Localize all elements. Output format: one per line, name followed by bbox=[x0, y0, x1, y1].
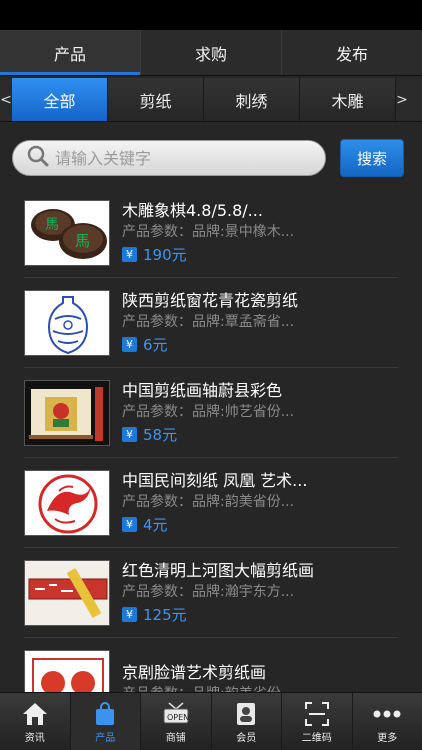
svg-text:馬: 馬 bbox=[45, 217, 59, 233]
search-button[interactable]: 搜索 bbox=[340, 139, 404, 177]
shop-sign-text: OPEN bbox=[167, 713, 189, 722]
more-dots-icon bbox=[372, 699, 402, 729]
product-params: 产品参数：品牌:韵美省份... bbox=[122, 684, 398, 693]
search-icon bbox=[27, 145, 49, 171]
product-title: 京剧脸谱艺术剪纸画 bbox=[122, 662, 267, 682]
category-papercut[interactable]: 剪纸 bbox=[108, 78, 204, 121]
category-woodcarving[interactable]: 木雕 bbox=[300, 78, 396, 121]
yen-icon: ¥ bbox=[122, 517, 137, 532]
product-params: 产品参数：品牌:瀚宇东方... bbox=[122, 584, 295, 600]
nav-qrcode[interactable]: 二维码 bbox=[282, 693, 353, 750]
product-item[interactable]: 馬 馬 木雕象棋4.8/5.8/... 产品参数：品牌:景中橡木... ¥ 19… bbox=[24, 188, 398, 278]
search-box bbox=[12, 140, 326, 176]
product-thumbnail-scroll bbox=[24, 379, 110, 446]
tab-publish[interactable]: 发布 bbox=[282, 30, 422, 75]
tab-products[interactable]: 产品 bbox=[0, 30, 141, 75]
product-thumbnail-chess: 馬 馬 bbox=[24, 199, 110, 266]
product-item[interactable]: 红色清明上河图大幅剪纸画 产品参数：品牌:瀚宇东方... ¥ 125元 bbox=[24, 548, 398, 638]
scan-icon bbox=[304, 699, 330, 729]
product-price: 190元 bbox=[143, 246, 187, 264]
yen-icon: ¥ bbox=[122, 247, 137, 262]
shop-sign-icon: OPEN bbox=[161, 699, 191, 729]
product-params: 产品参数：品牌:帅艺省份... bbox=[122, 404, 295, 420]
product-price: 125元 bbox=[143, 606, 187, 624]
nav-qrcode-label: 二维码 bbox=[301, 733, 332, 744]
product-title: 红色清明上河图大幅剪纸画 bbox=[122, 561, 315, 580]
nav-news[interactable]: 资讯 bbox=[0, 693, 71, 750]
nav-members[interactable]: 会员 bbox=[212, 693, 282, 750]
product-item[interactable]: 中国剪纸画轴蔚县彩色 产品参数：品牌:帅艺省份... ¥ 58元 bbox=[24, 368, 398, 458]
nav-news-label: 资讯 bbox=[24, 733, 45, 744]
home-icon bbox=[21, 699, 49, 729]
shopping-bag-icon bbox=[92, 699, 118, 729]
product-price: 6元 bbox=[143, 336, 168, 354]
product-price: 4元 bbox=[143, 516, 168, 534]
product-thumbnail-opera-mask bbox=[24, 649, 110, 692]
main-tabs: 产品 求购 发布 bbox=[0, 30, 422, 76]
tab-wanted[interactable]: 求购 bbox=[141, 30, 282, 75]
product-thumbnail-vase bbox=[24, 289, 110, 356]
search-row: 搜索 bbox=[0, 122, 422, 194]
category-left-arrow[interactable]: < bbox=[0, 78, 12, 121]
nav-shops-label: 商铺 bbox=[165, 733, 186, 744]
product-thumbnail-riverside bbox=[24, 559, 110, 626]
yen-icon: ¥ bbox=[122, 337, 137, 352]
product-title: 陕西剪纸窗花青花瓷剪纸 bbox=[122, 291, 299, 310]
status-bar bbox=[0, 0, 422, 30]
product-params: 产品参数：品牌:景中橡木... bbox=[122, 224, 295, 240]
product-title: 木雕象棋4.8/5.8/... bbox=[122, 201, 263, 220]
member-card-icon bbox=[233, 699, 259, 729]
product-item[interactable]: 中国民间刻纸 凤凰 艺术... 产品参数：品牌:韵美省份... ¥ 4元 bbox=[24, 458, 398, 548]
category-all[interactable]: 全部 bbox=[12, 78, 108, 121]
product-title: 中国剪纸画轴蔚县彩色 bbox=[122, 381, 283, 400]
product-params: 产品参数：品牌:覃孟斋省... bbox=[122, 314, 295, 330]
product-item[interactable]: 陕西剪纸窗花青花瓷剪纸 产品参数：品牌:覃孟斋省... ¥ 6元 bbox=[24, 278, 398, 368]
yen-icon: ¥ bbox=[122, 427, 137, 442]
svg-text:馬: 馬 bbox=[75, 232, 90, 250]
category-bar: < 全部 剪纸 刺绣 木雕 > bbox=[0, 78, 422, 122]
product-item[interactable]: 京剧脸谱艺术剪纸画 产品参数：品牌:韵美省份... bbox=[24, 638, 398, 692]
nav-shops[interactable]: OPEN 商铺 bbox=[141, 693, 212, 750]
search-input[interactable] bbox=[55, 148, 295, 168]
category-embroidery[interactable]: 刺绣 bbox=[204, 78, 300, 121]
product-price: 58元 bbox=[143, 426, 178, 444]
nav-products[interactable]: 产品 bbox=[70, 693, 141, 750]
nav-more-label: 更多 bbox=[377, 733, 398, 744]
nav-members-label: 会员 bbox=[236, 733, 257, 744]
bottom-nav: 资讯 产品 OPEN 商铺 会员 二维码 更多 bbox=[0, 692, 422, 750]
product-title: 中国民间刻纸 凤凰 艺术... bbox=[122, 471, 308, 490]
yen-icon: ¥ bbox=[122, 607, 137, 622]
nav-more[interactable]: 更多 bbox=[353, 693, 422, 750]
product-list: 馬 馬 木雕象棋4.8/5.8/... 产品参数：品牌:景中橡木... ¥ 19… bbox=[0, 188, 422, 692]
nav-products-label: 产品 bbox=[95, 733, 116, 744]
category-right-arrow[interactable]: > bbox=[396, 78, 408, 121]
product-params: 产品参数：品牌:韵美省份... bbox=[122, 494, 295, 510]
product-thumbnail-phoenix bbox=[24, 469, 110, 536]
